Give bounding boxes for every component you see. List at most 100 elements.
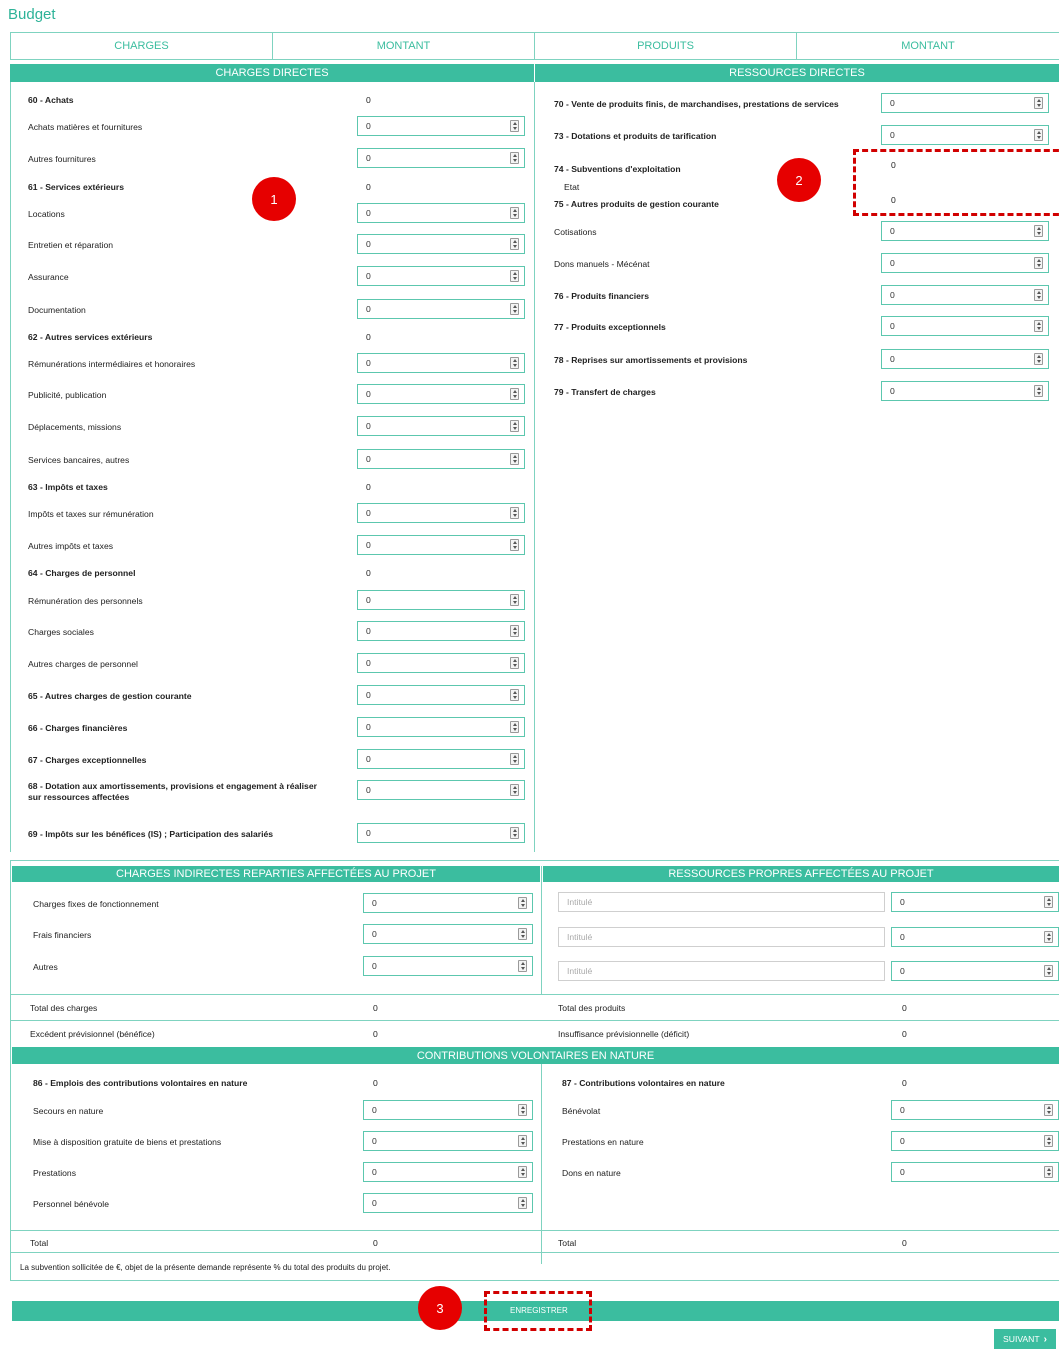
- spinner-icon[interactable]: [510, 152, 519, 164]
- charge-amount-input[interactable]: 0: [357, 780, 525, 800]
- spinner-icon[interactable]: [1034, 129, 1043, 141]
- spinner-icon[interactable]: [510, 594, 519, 606]
- charge-label: Entretien et réparation: [28, 240, 114, 250]
- spinner-icon[interactable]: [1044, 1135, 1053, 1147]
- spinner-icon[interactable]: [1034, 257, 1043, 269]
- spinner-icon[interactable]: [510, 753, 519, 765]
- amount-input-value: 0: [900, 1167, 905, 1177]
- produit-amount-input[interactable]: 0: [881, 253, 1049, 273]
- charge-amount-input[interactable]: 0: [357, 416, 525, 436]
- spinner-icon[interactable]: [510, 303, 519, 315]
- intitule-input[interactable]: Intitulé: [558, 892, 885, 912]
- amount-input-value: 0: [372, 1136, 377, 1146]
- spinner-icon[interactable]: [510, 539, 519, 551]
- produit-amount-input[interactable]: 0: [881, 381, 1049, 401]
- intitule-input[interactable]: Intitulé: [558, 927, 885, 947]
- contrib-left-amount-input[interactable]: 0: [363, 1131, 533, 1151]
- spinner-icon[interactable]: [510, 357, 519, 369]
- indirect-amount-input[interactable]: 0: [363, 893, 533, 913]
- spinner-icon[interactable]: [510, 453, 519, 465]
- spinner-icon[interactable]: [510, 625, 519, 637]
- produit-amount-input[interactable]: 0: [881, 221, 1049, 241]
- charge-amount-input[interactable]: 0: [357, 148, 525, 168]
- charge-amount-input[interactable]: 0: [357, 749, 525, 769]
- contrib-right-amount-input[interactable]: 0: [891, 1162, 1059, 1182]
- intitule-input[interactable]: Intitulé: [558, 961, 885, 981]
- next-button[interactable]: SUIVANT ›: [994, 1329, 1056, 1349]
- spinner-icon[interactable]: [1044, 931, 1053, 943]
- produit-amount-input[interactable]: 0: [881, 125, 1049, 145]
- propre-amount-input[interactable]: 0: [891, 927, 1059, 947]
- produit-amount-input[interactable]: 0: [881, 349, 1049, 369]
- charge-amount-input[interactable]: 0: [357, 535, 525, 555]
- spinner-icon[interactable]: [1034, 385, 1043, 397]
- charge-amount-input[interactable]: 0: [357, 717, 525, 737]
- charge-amount-input[interactable]: 0: [357, 266, 525, 286]
- charge-amount-input[interactable]: 0: [357, 449, 525, 469]
- charge-amount-input[interactable]: 0: [357, 203, 525, 223]
- spinner-icon[interactable]: [1034, 320, 1043, 332]
- contrib-right-label: Bénévolat: [562, 1106, 601, 1116]
- spinner-icon[interactable]: [518, 960, 527, 972]
- spinner-icon[interactable]: [1034, 225, 1043, 237]
- spinner-icon[interactable]: [518, 1166, 527, 1178]
- charge-amount-input[interactable]: 0: [357, 653, 525, 673]
- spinner-icon[interactable]: [1034, 289, 1043, 301]
- spinner-icon[interactable]: [1034, 353, 1043, 365]
- charge-amount-input[interactable]: 0: [357, 353, 525, 373]
- spinner-icon[interactable]: [510, 657, 519, 669]
- spinner-icon[interactable]: [518, 1197, 527, 1209]
- charge-amount-input[interactable]: 0: [357, 503, 525, 523]
- produit-label: 70 - Vente de produits finis, de marchan…: [554, 99, 839, 109]
- spinner-icon[interactable]: [518, 1135, 527, 1147]
- charge-amount-input[interactable]: 0: [357, 590, 525, 610]
- contrib-right-amount-input[interactable]: 0: [891, 1131, 1059, 1151]
- charge-amount-input[interactable]: 0: [357, 116, 525, 136]
- indirect-amount-input[interactable]: 0: [363, 956, 533, 976]
- contrib-left-amount-input[interactable]: 0: [363, 1162, 533, 1182]
- contrib-left-amount-input[interactable]: 0: [363, 1100, 533, 1120]
- produit-amount-input[interactable]: 0: [881, 285, 1049, 305]
- spinner-icon[interactable]: [510, 120, 519, 132]
- spinner-icon[interactable]: [510, 207, 519, 219]
- amount-input-value: 0: [366, 454, 371, 464]
- indirect-amount-input[interactable]: 0: [363, 924, 533, 944]
- indirect-label: Frais financiers: [33, 930, 92, 940]
- contrib-right-label: Dons en nature: [562, 1168, 621, 1178]
- spinner-icon[interactable]: [518, 897, 527, 909]
- charge-amount-input[interactable]: 0: [357, 685, 525, 705]
- charge-amount-input[interactable]: 0: [357, 234, 525, 254]
- spinner-icon[interactable]: [510, 784, 519, 796]
- charge-amount-input[interactable]: 0: [357, 621, 525, 641]
- charge-label: Charges sociales: [28, 627, 94, 637]
- spinner-icon[interactable]: [510, 689, 519, 701]
- contrib-left-amount-input[interactable]: 0: [363, 1193, 533, 1213]
- charge-amount-input[interactable]: 0: [357, 823, 525, 843]
- propre-amount-input[interactable]: 0: [891, 961, 1059, 981]
- charge-amount-input[interactable]: 0: [357, 299, 525, 319]
- spinner-icon[interactable]: [510, 420, 519, 432]
- spinner-icon[interactable]: [510, 388, 519, 400]
- spinner-icon[interactable]: [518, 928, 527, 940]
- spinner-icon[interactable]: [1044, 965, 1053, 977]
- contrib-left-label: Mise à disposition gratuite de biens et …: [33, 1137, 222, 1147]
- spinner-icon[interactable]: [1034, 97, 1043, 109]
- produit-amount-input[interactable]: 0: [881, 93, 1049, 113]
- spinner-icon[interactable]: [510, 827, 519, 839]
- spinner-icon[interactable]: [510, 721, 519, 733]
- spinner-icon[interactable]: [510, 270, 519, 282]
- spinner-icon[interactable]: [518, 1104, 527, 1116]
- spinner-icon[interactable]: [1044, 1166, 1053, 1178]
- spinner-icon[interactable]: [1044, 1104, 1053, 1116]
- spinner-icon[interactable]: [510, 507, 519, 519]
- charge-label: 64 - Charges de personnel: [28, 568, 136, 578]
- produit-amount-input[interactable]: 0: [881, 316, 1049, 336]
- intitule-placeholder: Intitulé: [567, 897, 593, 907]
- amount-input-value: 0: [900, 932, 905, 942]
- spinner-icon[interactable]: [510, 238, 519, 250]
- amount-input-value: 0: [890, 226, 895, 236]
- charge-amount-input[interactable]: 0: [357, 384, 525, 404]
- contrib-right-amount-input[interactable]: 0: [891, 1100, 1059, 1120]
- propre-amount-input[interactable]: 0: [891, 892, 1059, 912]
- spinner-icon[interactable]: [1044, 896, 1053, 908]
